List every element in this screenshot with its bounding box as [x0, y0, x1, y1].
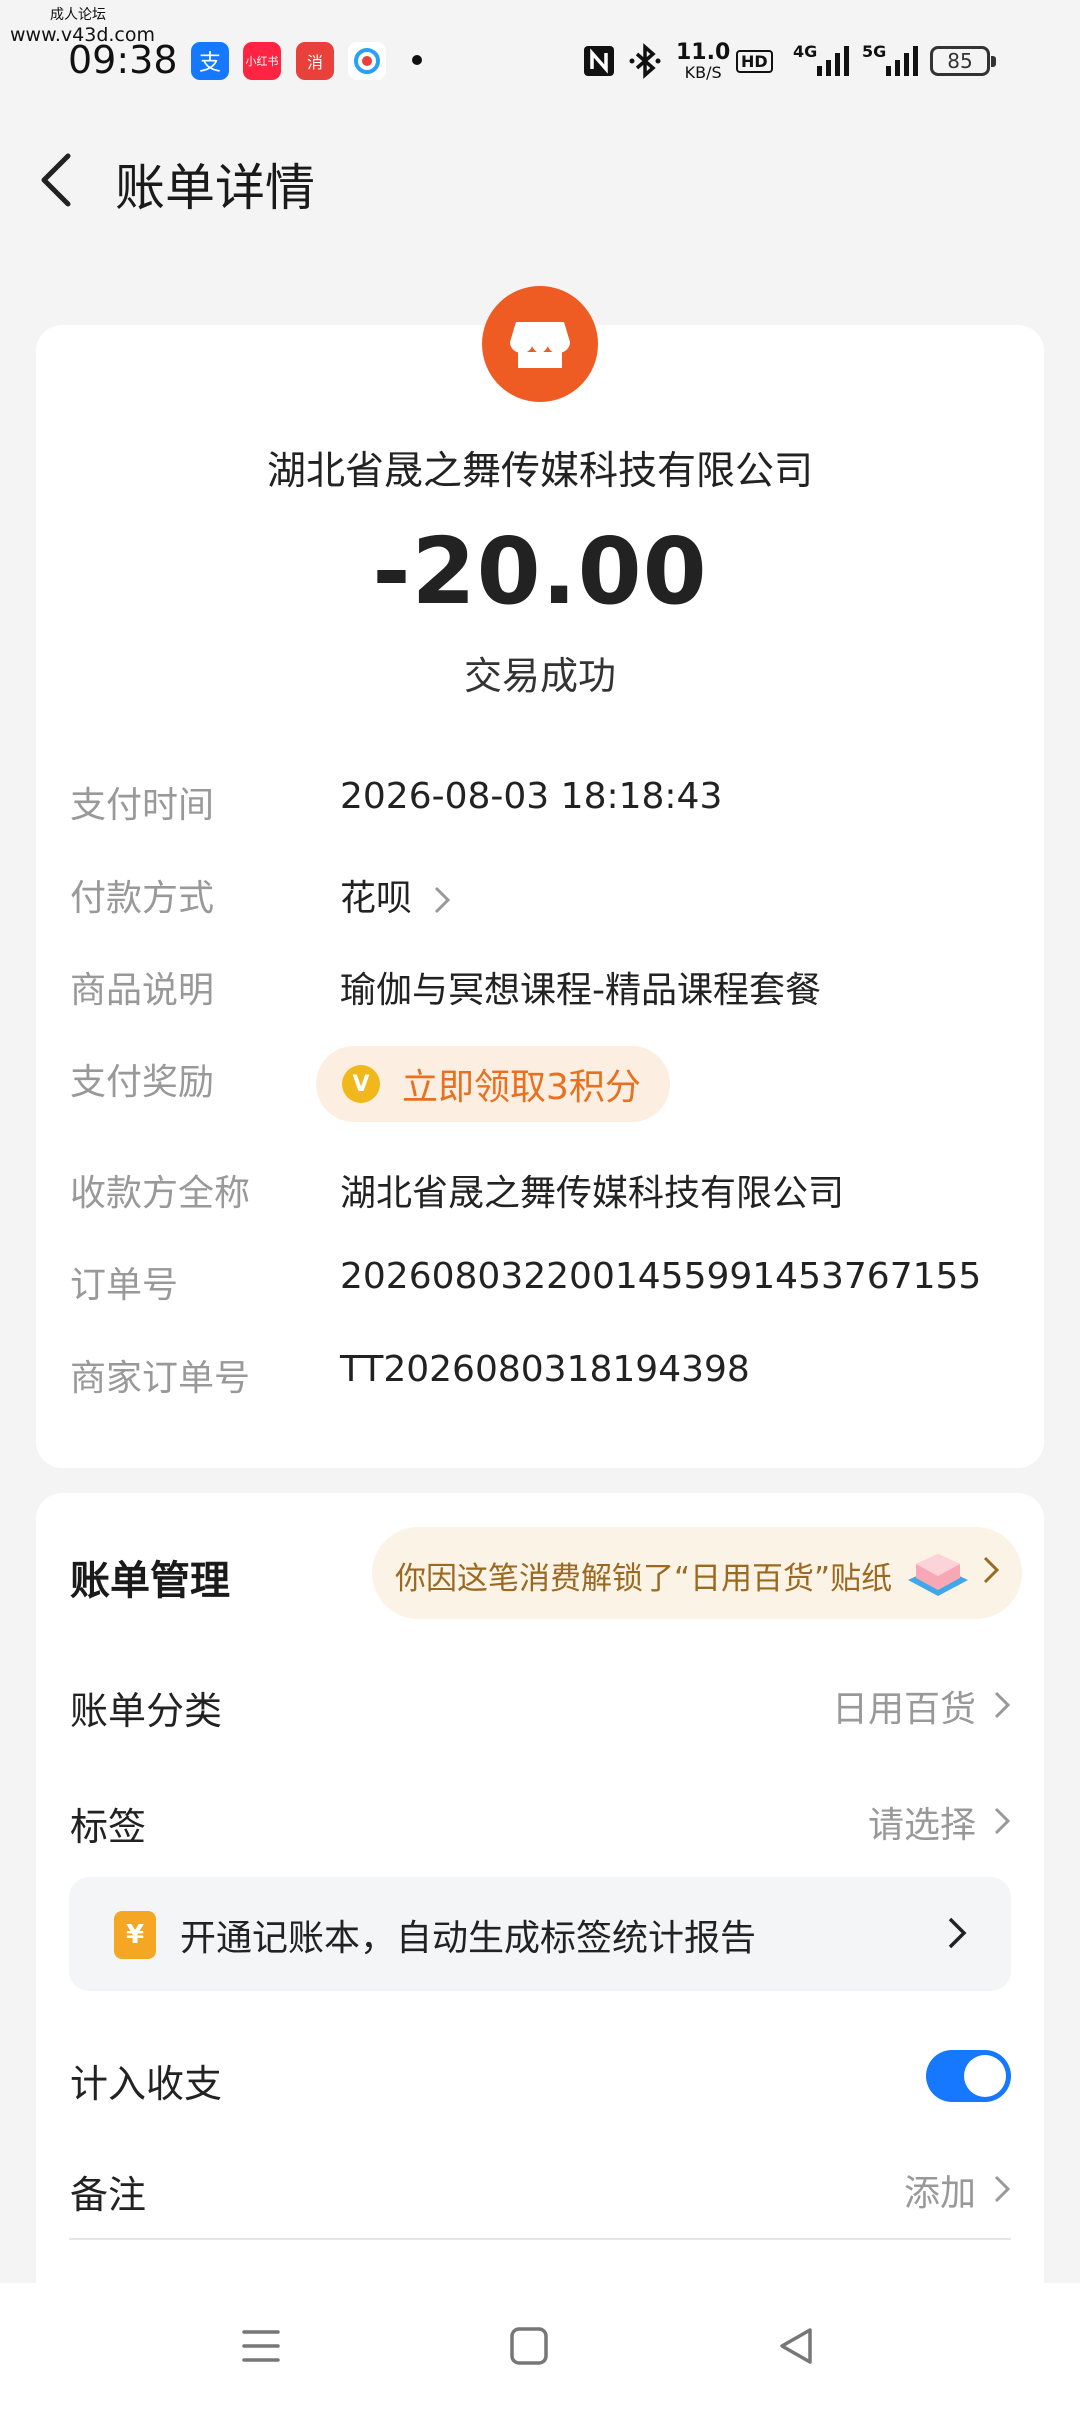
signal-5g-icon: 5G — [862, 40, 919, 82]
note-row[interactable] — [36, 2148, 1044, 2228]
tag-label: 标签 — [70, 1805, 147, 1849]
status-time: 09:38 — [68, 38, 178, 82]
claim-points-label: 立即领取3积分 — [402, 1067, 641, 1108]
network-speed: 11.0 KB/S — [676, 39, 731, 82]
detail-value-pay-method: 花呗 — [340, 878, 413, 919]
note-value: 添加 — [903, 2173, 976, 2214]
detail-value-product: 瑜伽与冥想课程-精品课程套餐 — [340, 970, 821, 1011]
detail-label-payee: 收款方全称 — [70, 1173, 251, 1214]
chevron-right-icon — [993, 1690, 1011, 1724]
ledger-icon: ¥ — [114, 1911, 156, 1959]
sticker-icon — [902, 1540, 974, 1606]
divider — [69, 2238, 1011, 2240]
detail-label-pay-time: 支付时间 — [70, 785, 215, 826]
battery-icon: 85 — [930, 40, 996, 82]
merchant-name: 湖北省晟之舞传媒科技有限公司 — [266, 449, 813, 494]
include-in-stats-toggle[interactable] — [926, 2050, 1011, 2102]
chevron-right-icon — [993, 1806, 1011, 1840]
include-in-stats-label: 计入收支 — [70, 2062, 223, 2106]
hd-icon: HD — [736, 40, 773, 82]
notification-dot-icon — [412, 55, 422, 65]
toggle-knob — [964, 2055, 1006, 2097]
game-app-icon: 消 — [296, 42, 334, 80]
detail-value-payee: 湖北省晟之舞传媒科技有限公司 — [340, 1173, 845, 1214]
chevron-right-icon — [946, 1915, 968, 1955]
claim-points-button[interactable]: V 立即领取3积分 — [316, 1046, 670, 1122]
detail-value-pay-time: 2026-08-03 18:18:43 — [340, 776, 723, 817]
watermark-top: 成人论坛 — [50, 7, 106, 23]
chevron-right-icon — [993, 2174, 1011, 2208]
detail-label-merchant-order-no: 商家订单号 — [70, 1358, 251, 1399]
pay-method-link[interactable]: 花呗 — [340, 869, 451, 921]
back-nav-icon[interactable] — [776, 2324, 816, 2372]
detail-label-product: 商品说明 — [70, 970, 215, 1011]
category-value: 日用百货 — [831, 1689, 976, 1730]
bill-amount: -20.00 — [372, 518, 708, 625]
note-label: 备注 — [70, 2173, 147, 2217]
detail-value-merchant-order-no: TT2026080318194398 — [340, 1349, 750, 1390]
bluetooth-icon — [628, 40, 664, 82]
detail-label-pay-method: 付款方式 — [70, 878, 215, 919]
category-label: 账单分类 — [70, 1689, 223, 1733]
sticker-unlock-text: 你因这笔消费解锁了“日用百货”贴纸 — [395, 1561, 893, 1597]
browser-app-icon — [348, 42, 386, 80]
chevron-right-icon — [982, 1555, 1000, 1589]
signal-4g-icon: 4G — [793, 40, 850, 82]
bill-management-title: 账单管理 — [70, 1558, 230, 1604]
ledger-promo-text: 开通记账本，自动生成标签统计报告 — [180, 1918, 757, 1959]
transaction-status: 交易成功 — [463, 654, 616, 698]
detail-value-order-no: 2026080322001455991453767155 — [340, 1256, 982, 1297]
detail-label-reward: 支付奖励 — [70, 1062, 215, 1103]
menu-nav-icon[interactable] — [240, 2326, 282, 2370]
coin-icon: V — [342, 1065, 380, 1103]
back-arrow-icon[interactable] — [36, 150, 76, 210]
nfc-icon — [582, 40, 616, 82]
tag-value: 请选择 — [867, 1805, 976, 1846]
chevron-right-icon — [435, 886, 451, 914]
xiaohongshu-app-icon: 小红书 — [243, 42, 281, 80]
page-title: 账单详情 — [115, 159, 315, 217]
home-nav-icon[interactable] — [508, 2325, 550, 2371]
store-icon — [482, 286, 598, 402]
alipay-app-icon: 支 — [191, 42, 229, 80]
detail-label-order-no: 订单号 — [70, 1265, 179, 1306]
